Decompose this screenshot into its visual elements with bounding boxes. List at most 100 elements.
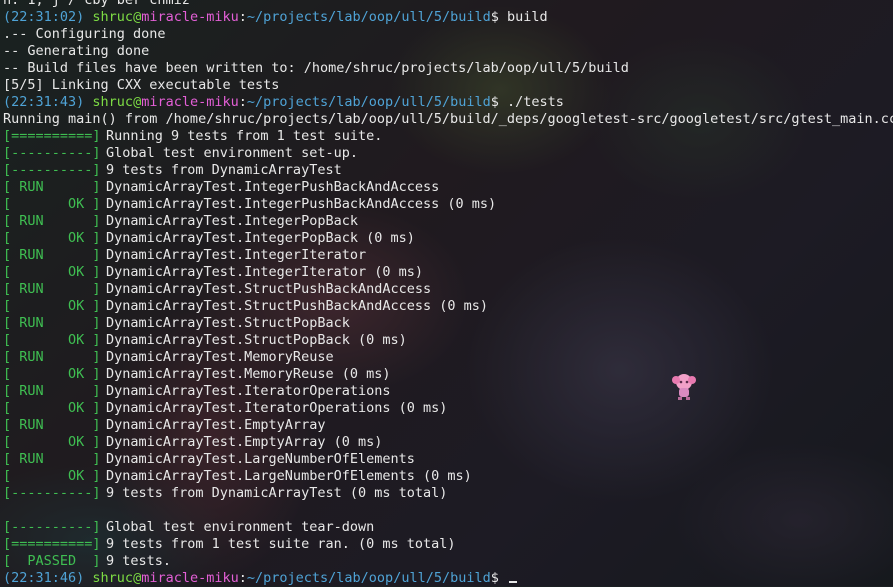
- gtest-message: DynamicArrayTest.LargeNumberOfElements (…: [106, 468, 472, 484]
- gtest-message: DynamicArrayTest.IntegerPushBackAndAcces…: [106, 196, 497, 212]
- gtest-message: DynamicArrayTest.EmptyArray (0 ms): [106, 434, 383, 450]
- prompt-line: (22:31:02) shruc@miracle-miku:~/projects…: [3, 9, 893, 26]
- gtest-status-tag: [ RUN ]: [3, 349, 101, 365]
- prompt-colon: :: [238, 94, 247, 110]
- prompt-time: (22:31:43): [3, 94, 85, 110]
- gtest-line: [----------] Global test environment tear…: [3, 519, 893, 536]
- gtest-message: DynamicArrayTest.IntegerPopBack: [106, 213, 358, 229]
- gtest-status-tag: [----------]: [3, 162, 101, 178]
- prompt-at: @: [133, 94, 142, 110]
- gtest-message: Global test environment tear-down: [106, 519, 375, 535]
- gtest-status-tag: [ OK ]: [3, 400, 101, 416]
- output-text: h: 1; j / cby ber chmiz: [3, 0, 190, 8]
- prompt-path: ~/projects/lab/oop/ull/5/build: [246, 9, 491, 25]
- prompt-at: @: [133, 570, 142, 586]
- gtest-status-tag: [----------]: [3, 519, 101, 535]
- output-text: -- Build files have been written to: /ho…: [3, 60, 629, 76]
- gtest-status-tag: [ OK ]: [3, 264, 101, 280]
- gtest-status-tag: [ OK ]: [3, 230, 101, 246]
- prompt-host: miracle-miku: [141, 9, 239, 25]
- gtest-message: DynamicArrayTest.IntegerPopBack (0 ms): [106, 230, 415, 246]
- output-text: .-- Configuring done: [3, 26, 166, 42]
- gtest-status-tag: [ RUN ]: [3, 417, 101, 433]
- gtest-line: [----------] 9 tests from DynamicArrayTes…: [3, 485, 893, 502]
- gtest-status-tag: [----------]: [3, 145, 101, 161]
- gtest-status-tag: [----------]: [3, 485, 101, 501]
- prompt-host: miracle-miku: [141, 570, 239, 586]
- command-text: [499, 570, 507, 586]
- gtest-message: DynamicArrayTest.MemoryReuse: [106, 349, 334, 365]
- gtest-status-tag: [ OK ]: [3, 196, 101, 212]
- gtest-line: [ RUN ] DynamicArrayTest.IntegerIterator: [3, 247, 893, 264]
- prompt-user: shruc: [92, 570, 134, 586]
- gtest-message: DynamicArrayTest.MemoryReuse (0 ms): [106, 366, 391, 382]
- prompt-colon: :: [238, 570, 247, 586]
- gtest-line: [ OK ] DynamicArrayTest.StructPushBackAnd…: [3, 298, 893, 315]
- gtest-status-tag: [==========]: [3, 536, 101, 552]
- gtest-message: 9 tests from 1 test suite ran. (0 ms tot…: [106, 536, 456, 552]
- gtest-status-tag: [ RUN ]: [3, 383, 101, 399]
- gtest-line: [----------] 9 tests from DynamicArrayTes…: [3, 162, 893, 179]
- prompt-user: shruc: [92, 9, 134, 25]
- gtest-status-tag: [ OK ]: [3, 434, 101, 450]
- gtest-line: [ RUN ] DynamicArrayTest.IntegerPushBackA…: [3, 179, 893, 196]
- gtest-status-tag: [ RUN ]: [3, 451, 101, 467]
- gtest-status-tag: [ RUN ]: [3, 213, 101, 229]
- prompt-path: ~/projects/lab/oop/ull/5/build: [246, 94, 491, 110]
- gtest-status-tag: [==========]: [3, 128, 101, 144]
- prompt-line: (22:31:46) shruc@miracle-miku:~/projects…: [3, 570, 893, 587]
- gtest-line: [----------] Global test environment set-…: [3, 145, 893, 162]
- prompt-host: miracle-miku: [141, 94, 239, 110]
- gtest-status-tag: [ PASSED ]: [3, 553, 101, 569]
- gtest-status-tag: [ RUN ]: [3, 247, 101, 263]
- gtest-line: [ OK ] DynamicArrayTest.IntegerPushBackAn…: [3, 196, 893, 213]
- gtest-line: [ OK ] DynamicArrayTest.StructPopBack (0 …: [3, 332, 893, 349]
- gtest-message: DynamicArrayTest.StructPopBack: [106, 315, 350, 331]
- gtest-line: [ OK ] DynamicArrayTest.IntegerPopBack (0…: [3, 230, 893, 247]
- output-text: -- Generating done: [3, 43, 150, 59]
- gtest-message: 9 tests.: [106, 553, 172, 569]
- prompt-colon: :: [238, 9, 247, 25]
- prompt-dollar: $: [490, 9, 499, 25]
- gtest-line: [ RUN ] DynamicArrayTest.IteratorOperatio…: [3, 383, 893, 400]
- gtest-status-tag: [ OK ]: [3, 298, 101, 314]
- prompt-at: @: [133, 9, 142, 25]
- prompt-time: (22:31:02): [3, 9, 85, 25]
- output-line: [5/5] Linking CXX executable tests: [3, 77, 893, 94]
- output-line: h: 1; j / cby ber chmiz: [3, 0, 893, 9]
- gtest-message: DynamicArrayTest.IteratorOperations (0 m…: [106, 400, 448, 416]
- output-text: Running main() from /home/shruc/projects…: [3, 111, 893, 127]
- gtest-status-tag: [ RUN ]: [3, 179, 101, 195]
- gtest-message: 9 tests from DynamicArrayTest: [106, 162, 342, 178]
- gtest-message: DynamicArrayTest.StructPushBackAndAccess: [106, 281, 432, 297]
- gtest-line: [ PASSED ] 9 tests.: [3, 553, 893, 570]
- gtest-message: Running 9 tests from 1 test suite.: [106, 128, 383, 144]
- gtest-message: DynamicArrayTest.EmptyArray: [106, 417, 326, 433]
- prompt-user: shruc: [92, 94, 134, 110]
- gtest-line: [ OK ] DynamicArrayTest.MemoryReuse (0 ms…: [3, 366, 893, 383]
- prompt-time: (22:31:46): [3, 570, 85, 586]
- gtest-message: DynamicArrayTest.IntegerIterator: [106, 247, 367, 263]
- output-line: .-- Configuring done: [3, 26, 893, 43]
- gtest-line: [ OK ] DynamicArrayTest.LargeNumberOfElem…: [3, 468, 893, 485]
- gtest-line: [ RUN ] DynamicArrayTest.EmptyArray: [3, 417, 893, 434]
- gtest-line: [ RUN ] DynamicArrayTest.IntegerPopBack: [3, 213, 893, 230]
- gtest-message: Global test environment set-up.: [106, 145, 358, 161]
- gtest-line: [==========] Running 9 tests from 1 test …: [3, 128, 893, 145]
- command-text: build: [498, 9, 548, 25]
- gtest-line: [ RUN ] DynamicArrayTest.StructPushBackAn…: [3, 281, 893, 298]
- gtest-status-tag: [ RUN ]: [3, 315, 101, 331]
- output-line: -- Build files have been written to: /ho…: [3, 60, 893, 77]
- command-text: ./tests: [498, 94, 564, 110]
- gtest-status-tag: [ RUN ]: [3, 281, 101, 297]
- gtest-line: [ OK ] DynamicArrayTest.EmptyArray (0 ms): [3, 434, 893, 451]
- gtest-line: [ RUN ] DynamicArrayTest.StructPopBack: [3, 315, 893, 332]
- gtest-status-tag: [ OK ]: [3, 332, 101, 348]
- gtest-message: DynamicArrayTest.IntegerIterator (0 ms): [106, 264, 423, 280]
- text-cursor: [509, 581, 518, 583]
- prompt-path: ~/projects/lab/oop/ull/5/build: [246, 570, 491, 586]
- gtest-message: DynamicArrayTest.LargeNumberOfElements: [106, 451, 415, 467]
- terminal-output[interactable]: h: 1; j / cby ber chmiz (22:31:02) shruc@…: [3, 0, 893, 587]
- gtest-message: DynamicArrayTest.StructPushBackAndAccess…: [106, 298, 489, 314]
- gtest-status-tag: [ OK ]: [3, 366, 101, 382]
